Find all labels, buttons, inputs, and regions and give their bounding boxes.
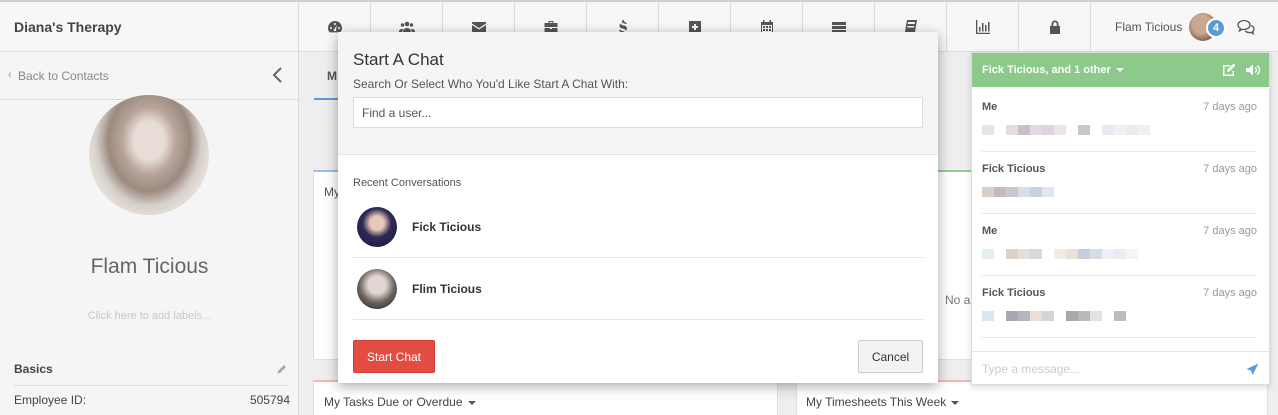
user-name[interactable]: Flam Ticious: [1115, 20, 1182, 34]
profile-photo[interactable]: [89, 95, 209, 215]
chat-compose-bar: [972, 351, 1269, 385]
chat-header-actions: [1221, 62, 1261, 78]
divider: [14, 385, 288, 386]
app-title[interactable]: Diana's Therapy: [0, 2, 299, 52]
compose-icon[interactable]: [1221, 62, 1237, 78]
conversation-name[interactable]: Flim Ticious: [412, 282, 482, 296]
message-text-redacted: [982, 125, 1150, 135]
message-text-redacted: [982, 311, 1138, 321]
chat-message: Fick Ticious 7 days ago: [982, 276, 1257, 338]
timesheets-card-dropdown[interactable]: My Timesheets This Week: [806, 395, 960, 409]
chat-participants[interactable]: Fick Ticious, and 1 other: [982, 64, 1111, 76]
chat-message-input[interactable]: [982, 361, 1232, 376]
message-sender: Me: [982, 101, 998, 113]
find-user-input[interactable]: [353, 97, 923, 128]
message-text-redacted: [982, 249, 1138, 259]
send-icon[interactable]: [1246, 363, 1259, 376]
add-labels-link[interactable]: Click here to add labels...: [0, 310, 299, 322]
chat-message: Me 7 days ago: [982, 90, 1257, 152]
recent-conversations-heading: Recent Conversations: [353, 177, 462, 189]
volume-icon[interactable]: [1245, 62, 1261, 78]
caret-down-icon: [1115, 68, 1124, 72]
modal-header: Start A Chat Search Or Select Who You'd …: [338, 32, 938, 155]
collapse-chevron-icon[interactable]: [272, 66, 284, 84]
chat-message: Fick Ticious 7 days ago: [982, 152, 1257, 214]
lock-icon[interactable]: [1019, 2, 1091, 52]
message-time: 7 days ago: [1203, 163, 1257, 175]
chat-panel: Fick Ticious, and 1 other Me 7 days ago …: [971, 52, 1270, 385]
message-sender: Me: [982, 225, 998, 237]
tab-main[interactable]: M: [327, 69, 337, 83]
tasks-card-dropdown[interactable]: My Tasks Due or Overdue: [324, 395, 476, 409]
employee-id-value: 505794: [249, 393, 290, 407]
basics-heading: Basics: [14, 362, 53, 376]
chat-bubbles-icon[interactable]: [1237, 19, 1255, 35]
chat-message: Me 7 days ago: [982, 214, 1257, 276]
avatar[interactable]: [357, 268, 397, 309]
message-time: 7 days ago: [1203, 101, 1257, 113]
caret-down-icon: [467, 400, 476, 405]
chat-header[interactable]: Fick Ticious, and 1 other: [972, 53, 1269, 87]
profile-name: Flam Ticious: [90, 255, 209, 278]
modal-title: Start A Chat: [353, 50, 444, 69]
message-sender: Fick Ticious: [982, 287, 1046, 299]
bar-chart-icon[interactable]: [947, 2, 1019, 52]
back-to-contacts-link[interactable]: Back to Contacts: [8, 69, 109, 83]
dashboard-card: [937, 170, 972, 360]
tasks-card-title[interactable]: My Tasks Due or Overdue: [324, 395, 463, 409]
dashboard-card-empty-text: No a: [945, 293, 971, 307]
start-chat-modal: Start A Chat Search Or Select Who You'd …: [338, 32, 938, 383]
modal-subtitle: Search Or Select Who You'd Like Start A …: [353, 77, 629, 91]
pencil-icon[interactable]: [276, 364, 287, 375]
avatar[interactable]: [357, 206, 397, 247]
back-row: Back to Contacts ‹: [0, 52, 298, 100]
notification-badge[interactable]: 4: [1206, 18, 1226, 38]
employee-id-label: Employee ID:: [14, 393, 87, 407]
chevron-left-icon: ‹: [8, 69, 12, 81]
conversation-name[interactable]: Fick Ticious: [412, 220, 481, 234]
message-text-redacted: [982, 187, 1054, 197]
message-sender: Fick Ticious: [982, 163, 1046, 175]
message-time: 7 days ago: [1203, 225, 1257, 237]
start-chat-button[interactable]: Start Chat: [353, 340, 435, 373]
message-time: 7 days ago: [1203, 287, 1257, 299]
caret-down-icon: [951, 400, 960, 405]
cancel-button[interactable]: Cancel: [858, 340, 923, 373]
conversation-item[interactable]: Flim Ticious: [353, 258, 923, 320]
conversation-item[interactable]: Fick Ticious: [353, 196, 923, 258]
timesheets-card-title[interactable]: My Timesheets This Week: [806, 395, 946, 409]
